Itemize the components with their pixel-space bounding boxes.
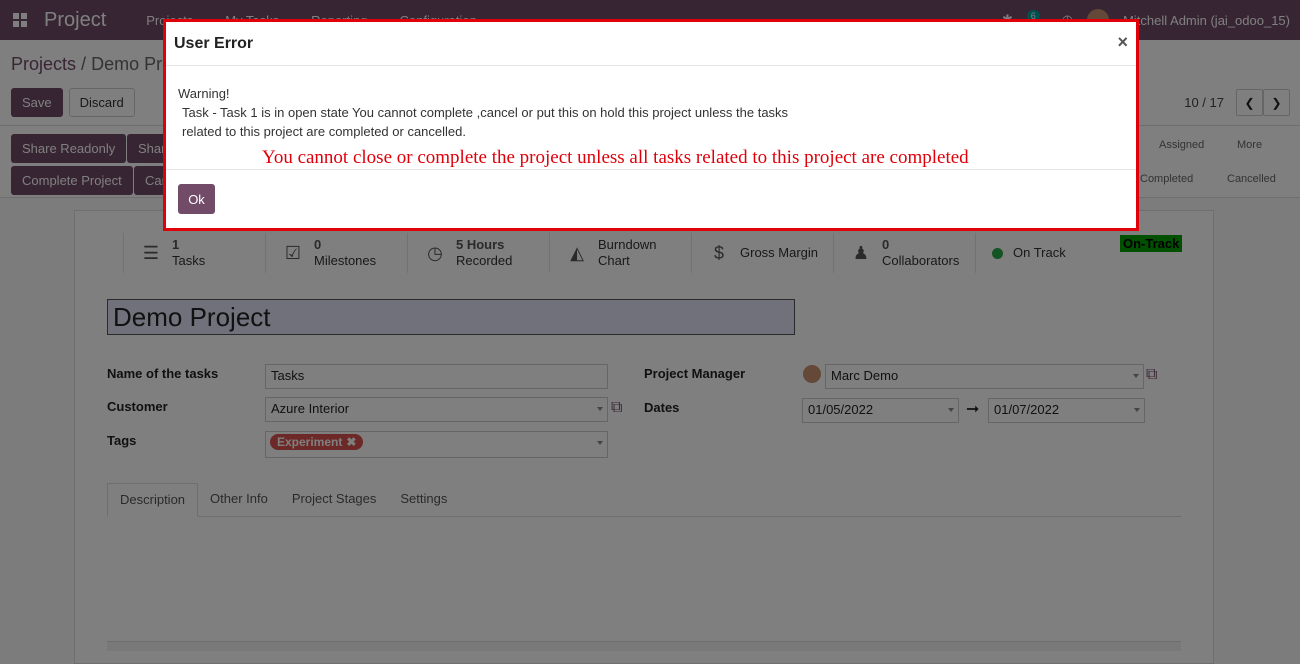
red-annotation-text: You cannot close or complete the project… [262,147,969,168]
dialog-body: Warning! Task - Task 1 is in open state … [166,66,1136,170]
dialog-header: User Error × [166,22,1136,66]
dialog-title: User Error [174,34,254,52]
ok-button[interactable]: Ok [178,184,215,214]
user-error-dialog: User Error × Warning! Task - Task 1 is i… [163,19,1139,231]
close-icon[interactable]: × [1117,32,1128,53]
dialog-footer: Ok [166,170,1136,228]
warning-heading: Warning! [178,86,230,101]
warning-message-line-2: related to this project are completed or… [182,124,466,139]
warning-message-line-1: Task - Task 1 is in open state You canno… [182,105,789,120]
